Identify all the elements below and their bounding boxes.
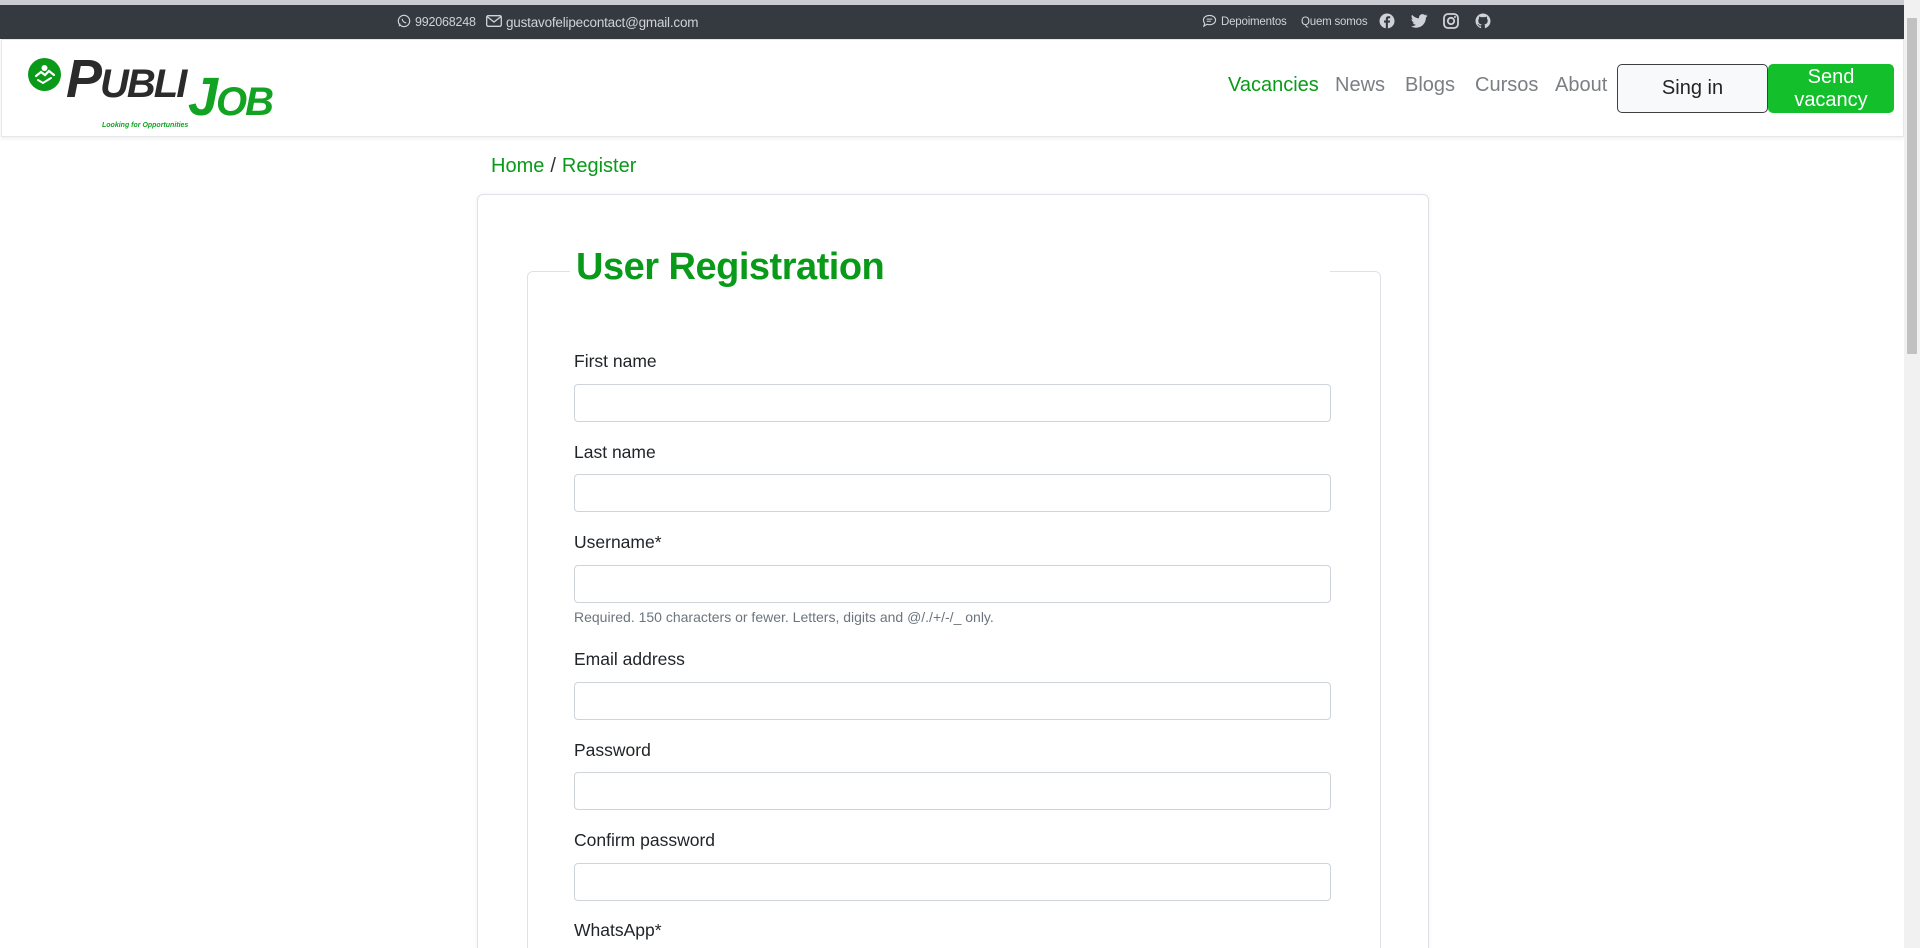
main-navbar: PUBLI JOB Looking for Opportunities Vaca… xyxy=(1,39,1904,137)
nav-blogs[interactable]: Blogs xyxy=(1405,40,1455,130)
username-label: Username* xyxy=(574,532,662,552)
page: 992068248 gustavofelipecontact@gmail.com… xyxy=(0,0,1920,948)
testimonials-label: Depoimentos xyxy=(1221,16,1287,28)
breadcrumb-current: Register xyxy=(561,155,637,177)
first-name-label: First name xyxy=(574,351,657,371)
logo-word-publi: PUBLI xyxy=(66,49,187,109)
page-scrollbar[interactable] xyxy=(1904,0,1920,948)
logo-tagline: Looking for Opportunities xyxy=(102,122,189,129)
username-help-text: Required. 150 characters or fewer. Lette… xyxy=(574,609,994,625)
password-input[interactable] xyxy=(574,772,1331,810)
confirm-password-input[interactable] xyxy=(574,863,1331,901)
twitter-icon[interactable] xyxy=(1410,12,1428,30)
phone-number: 992068248 xyxy=(415,15,476,29)
about-us-link[interactable]: Quem somos xyxy=(1301,5,1368,39)
whatsapp-icon xyxy=(397,14,415,31)
testimonials-link[interactable]: Depoimentos xyxy=(1202,5,1287,39)
username-input[interactable] xyxy=(574,565,1331,603)
instagram-icon[interactable] xyxy=(1442,12,1460,30)
sign-in-button[interactable]: Sing in xyxy=(1617,64,1768,113)
nav-about[interactable]: About xyxy=(1555,40,1607,130)
nav-cursos[interactable]: Cursos xyxy=(1475,40,1538,130)
whatsapp-label: WhatsApp* xyxy=(574,920,662,940)
last-name-label: Last name xyxy=(574,442,656,462)
breadcrumb: Home / Register xyxy=(491,155,636,178)
logo-word-job: JOB xyxy=(188,67,274,127)
last-name-input[interactable] xyxy=(574,474,1331,512)
logo-handshake-icon xyxy=(28,58,61,91)
publijob-logo[interactable]: PUBLI JOB Looking for Opportunities xyxy=(26,49,286,138)
chat-icon xyxy=(1202,14,1221,31)
scrollbar-thumb[interactable] xyxy=(1907,18,1917,354)
email-contact[interactable]: gustavofelipecontact@gmail.com xyxy=(486,5,699,39)
phone-contact[interactable]: 992068248 xyxy=(397,5,476,39)
first-name-input[interactable] xyxy=(574,384,1331,422)
email-address: gustavofelipecontact@gmail.com xyxy=(506,14,699,30)
envelope-icon xyxy=(486,14,506,30)
confirm-password-label: Confirm password xyxy=(574,830,716,850)
password-label: Password xyxy=(574,740,651,760)
email-label: Email address xyxy=(574,649,685,669)
about-us-label: Quem somos xyxy=(1301,16,1368,28)
top-info-bar: 992068248 gustavofelipecontact@gmail.com… xyxy=(0,0,1904,39)
email-input[interactable] xyxy=(574,682,1331,720)
breadcrumb-separator: / xyxy=(550,155,556,177)
form-title: User Registration xyxy=(574,246,887,289)
nav-vacancies[interactable]: Vacancies xyxy=(1228,40,1319,130)
nav-news[interactable]: News xyxy=(1335,40,1385,130)
github-icon[interactable] xyxy=(1474,12,1492,30)
facebook-icon[interactable] xyxy=(1378,12,1396,30)
breadcrumb-home[interactable]: Home xyxy=(491,155,544,177)
send-vacancy-button[interactable]: Send vacancy xyxy=(1768,64,1894,113)
